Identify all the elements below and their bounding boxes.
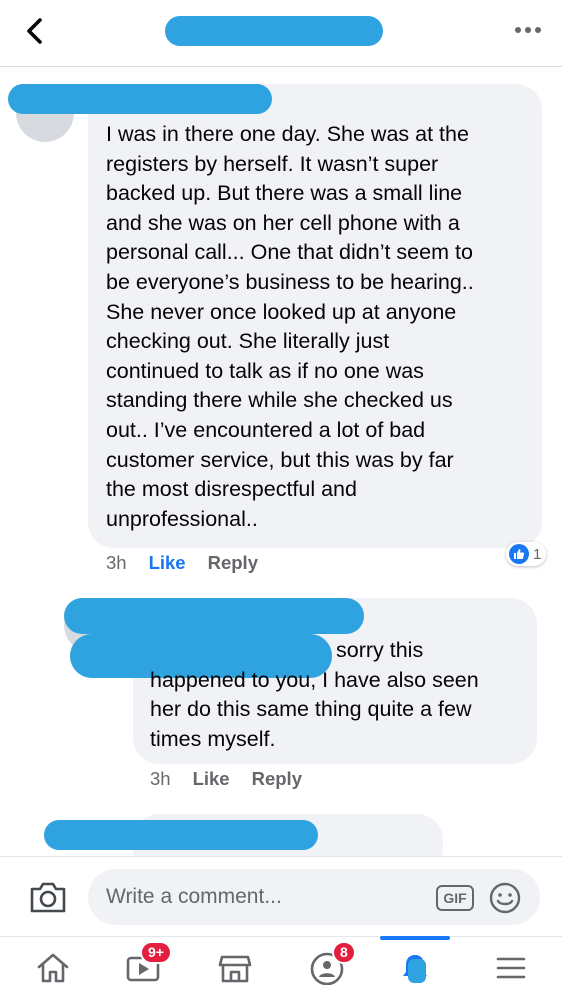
redacted-notification-detail — [408, 959, 426, 983]
emoji-icon[interactable] — [488, 881, 522, 915]
active-tab-indicator — [380, 936, 450, 940]
like-reaction-icon — [509, 544, 529, 564]
comment-actions: 3h Like Reply — [106, 552, 280, 574]
redacted-commenter-name — [44, 820, 318, 850]
bottom-nav: 9+ 8 — [0, 936, 562, 1001]
comment-text: I was in there one day. She was at the r… — [106, 122, 474, 531]
reply-button[interactable]: Reply — [208, 552, 258, 573]
comment-actions: 3h Like Reply — [150, 768, 324, 790]
comment-text: sorry this happened to you, I have also … — [150, 638, 479, 751]
reaction-count: 1 — [533, 545, 542, 563]
redacted-commenter-name — [64, 598, 364, 634]
nav-marketplace[interactable] — [200, 937, 270, 1001]
nav-menu[interactable] — [476, 937, 546, 1001]
groups-badge: 8 — [332, 941, 356, 964]
reply-button[interactable]: Reply — [252, 768, 302, 789]
menu-icon — [496, 957, 526, 979]
video-badge: 9+ — [140, 941, 172, 964]
like-button[interactable]: Like — [149, 552, 186, 573]
like-button[interactable]: Like — [193, 768, 230, 789]
nav-home[interactable] — [18, 937, 88, 1001]
reaction-summary[interactable]: 1 — [506, 542, 547, 566]
nav-groups[interactable]: 8 — [292, 937, 362, 1001]
redacted-page-title — [165, 16, 383, 46]
home-icon — [37, 953, 69, 983]
marketplace-icon — [218, 955, 252, 983]
chevron-left-icon[interactable] — [18, 14, 52, 48]
gif-icon[interactable]: GIF — [436, 885, 474, 911]
comment-composer: GIF — [0, 856, 562, 937]
more-dots-icon[interactable] — [512, 18, 544, 42]
camera-icon[interactable] — [28, 879, 68, 915]
top-bar — [0, 0, 562, 67]
nav-video[interactable]: 9+ — [108, 937, 178, 1001]
comment-time: 3h — [106, 552, 127, 573]
nav-notifications[interactable] — [380, 936, 450, 1001]
redacted-commenter-name — [8, 84, 272, 114]
comment-time: 3h — [150, 768, 171, 789]
